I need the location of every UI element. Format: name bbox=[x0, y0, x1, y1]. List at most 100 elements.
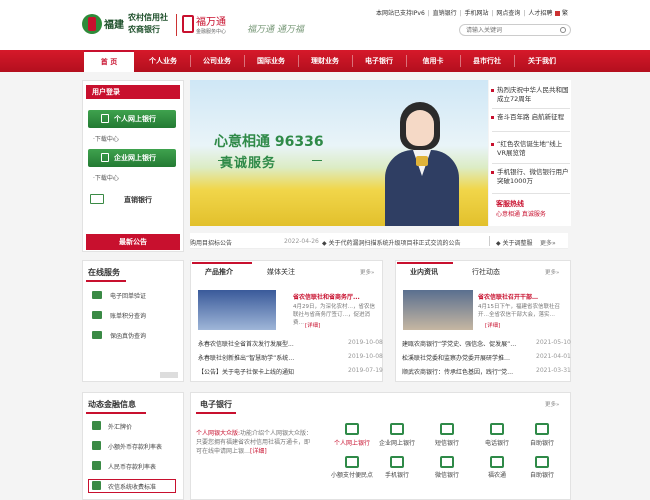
corporate-ebank-button[interactable]: 企业网上银行 bbox=[88, 149, 176, 167]
product-list-item[interactable]: 永春联社创新推出“智慧助学”系统… bbox=[198, 353, 294, 362]
personal-ebank-button[interactable]: 个人网上银行 bbox=[88, 110, 176, 128]
top-link-sep: | bbox=[427, 10, 430, 17]
industry-feature-image[interactable] bbox=[403, 290, 473, 330]
nav-county-banks[interactable]: 县市行社 bbox=[461, 50, 513, 72]
personal-ebank-icon[interactable] bbox=[345, 423, 359, 435]
fuwantong-logo-icon bbox=[182, 15, 194, 33]
product-list-item[interactable]: 永春农信联社全省首次发行发展型... bbox=[198, 339, 294, 348]
direct-bank-link[interactable]: 直销银行 bbox=[124, 195, 152, 205]
industry-more-link[interactable]: 更多» bbox=[545, 268, 559, 276]
language-switch[interactable]: 繁 bbox=[555, 8, 568, 17]
notice-text: 关于代药漏洞扫描系统升级项目非正式交流的公告 bbox=[328, 240, 461, 247]
ebank-item-payment-point[interactable]: 小额支付便民点 bbox=[327, 470, 377, 479]
ebank-item-atm[interactable]: 自助银行 bbox=[517, 470, 567, 479]
service-points-query[interactable]: 账单积分查询 bbox=[110, 311, 146, 320]
hero-banner[interactable]: 心意相通 96336 真诚服务 bbox=[190, 80, 488, 226]
language-label: 繁 bbox=[562, 10, 569, 17]
nav-home[interactable]: 首 页 bbox=[84, 50, 134, 72]
ebank-desc-detail[interactable]: [详细] bbox=[250, 448, 267, 455]
top-link-sep: | bbox=[491, 10, 494, 17]
top-link-direct-bank[interactable]: 直销银行 bbox=[433, 10, 457, 17]
dynamic-fee-standard[interactable]: 农信系统收费标准 bbox=[108, 482, 156, 491]
ebank-item-self-service[interactable]: 自助银行 bbox=[517, 438, 567, 447]
dynamic-foreign-deposit-rates[interactable]: 小额外币存款利率表 bbox=[108, 442, 162, 451]
industry-feature-title[interactable]: 省农信联社召开干部… bbox=[478, 292, 568, 301]
industry-list-item[interactable]: 建瓯农商银行“学党史、强信念、促发展”… bbox=[402, 339, 516, 348]
banner-person-scarf bbox=[416, 156, 428, 166]
online-service-panel bbox=[82, 260, 184, 382]
notice-item[interactable]: 购用目招标公告 bbox=[190, 238, 232, 247]
product-feature-detail-link[interactable]: [详细] bbox=[305, 322, 320, 330]
hotline-subtitle: 心意相通 真诚服务 bbox=[496, 211, 546, 218]
nav-international[interactable]: 国际业务 bbox=[245, 50, 297, 72]
product-feature-image[interactable] bbox=[198, 290, 276, 330]
notice-item[interactable]: ◆ 关于代药漏洞扫描系统升级项目非正式交流的公告 bbox=[322, 238, 461, 247]
ebank-item-personal[interactable]: 个人网上银行 bbox=[327, 438, 377, 447]
header: 福建 农村信用社 农商银行 福万通 金融服务中心 福万通 通万福 本网站已支持I… bbox=[0, 0, 650, 50]
dynamic-finance-title: 动态金融信息 bbox=[88, 400, 136, 409]
guarantee-icon bbox=[92, 331, 102, 339]
funongtong-icon[interactable] bbox=[490, 456, 504, 468]
ebank-item-corporate[interactable]: 企业网上银行 bbox=[372, 438, 422, 447]
industry-list-item[interactable]: 顺武农商银行：传承红色基因，践行“党… bbox=[402, 367, 513, 376]
nav-credit-card[interactable]: 信用卡 bbox=[407, 50, 459, 72]
dynamic-forex-rates[interactable]: 外汇牌价 bbox=[108, 422, 132, 431]
ebank-item-mobile[interactable]: 手机银行 bbox=[372, 470, 422, 479]
industry-list-item[interactable]: 松溪联社党委和监察办党委开展研学推… bbox=[402, 353, 510, 362]
corporate-download-link[interactable]: ·下载中心 bbox=[93, 173, 119, 182]
product-feature-title[interactable]: 省农信联社和省商务厅... bbox=[293, 292, 377, 301]
top-link-branch-search[interactable]: 网点查询 bbox=[496, 10, 520, 17]
search-icon[interactable] bbox=[560, 27, 566, 33]
industry-feature-detail-link[interactable]: [详细] bbox=[485, 322, 500, 330]
notice-item[interactable]: ◆ 关于调整服 bbox=[496, 238, 533, 247]
featured-news-item[interactable]: 热烈庆祝中华人民共和国成立72周年 bbox=[491, 86, 571, 104]
nav-about-us[interactable]: 关于我们 bbox=[515, 50, 569, 72]
user-icon bbox=[101, 114, 109, 123]
products-more-link[interactable]: 更多» bbox=[360, 268, 374, 276]
nav-wealth[interactable]: 理财业务 bbox=[299, 50, 351, 72]
ebank-more-link[interactable]: 更多» bbox=[545, 400, 559, 408]
tab-product-promo[interactable]: 产品推介 bbox=[205, 267, 233, 277]
service-receipt-verify[interactable]: 电子回单验证 bbox=[110, 291, 146, 300]
top-link-recruitment[interactable]: 人才招聘 bbox=[528, 10, 552, 17]
divider bbox=[492, 163, 570, 164]
top-link-mobile-site[interactable]: 手机网站 bbox=[465, 10, 489, 17]
nav-personal[interactable]: 个人业务 bbox=[137, 50, 189, 72]
personal-download-link[interactable]: ·下载中心 bbox=[93, 134, 119, 143]
top-link-sep: | bbox=[459, 10, 462, 17]
sms-bank-icon[interactable] bbox=[440, 423, 454, 435]
payment-point-icon[interactable] bbox=[345, 456, 359, 468]
ebank-desc-link[interactable]: 个人网银大众版: bbox=[196, 430, 240, 437]
tab-industry-news[interactable]: 业内资讯 bbox=[410, 267, 438, 277]
tab-bank-updates[interactable]: 行社动态 bbox=[472, 267, 500, 277]
featured-news-item[interactable]: “红色农信诞生地”线上VR展览馆 bbox=[491, 140, 571, 158]
tab-media-focus[interactable]: 媒体关注 bbox=[267, 267, 295, 277]
banner-person-face bbox=[406, 110, 434, 146]
ebank-item-sms[interactable]: 短信银行 bbox=[422, 438, 472, 447]
wechat-bank-icon[interactable] bbox=[440, 456, 454, 468]
service-guarantee-check[interactable]: 保函真伪查询 bbox=[110, 331, 146, 340]
featured-news-item[interactable]: 手机银行、微信银行用户突破1000万 bbox=[491, 168, 571, 186]
nav-ebank[interactable]: 电子银行 bbox=[353, 50, 405, 72]
product-list-item[interactable]: 【公告】关于电子社保卡上线的通知 bbox=[198, 367, 294, 376]
ebank-item-phone[interactable]: 电话银行 bbox=[472, 438, 522, 447]
bank-name-province: 福建 bbox=[104, 20, 124, 31]
corporate-ebank-icon[interactable] bbox=[390, 423, 404, 435]
personal-download-label: 下载中心 bbox=[94, 136, 119, 143]
notice-date: 2022-04-26 bbox=[284, 238, 319, 245]
main-nav: 首 页 个人业务 公司业务 国际业务 理财业务 电子银行 信用卡 县市行社 关于… bbox=[0, 50, 650, 72]
ebank-item-funongtong[interactable]: 福农通 bbox=[472, 470, 522, 479]
corporate-ebank-label: 企业网上银行 bbox=[114, 154, 156, 162]
home-bank-icon[interactable] bbox=[535, 423, 549, 435]
search-input[interactable] bbox=[460, 25, 550, 35]
fee-icon bbox=[92, 481, 101, 490]
featured-news-item[interactable]: 奋斗百年路 启航新征程 bbox=[491, 113, 571, 122]
dynamic-rmb-deposit-rates[interactable]: 人民币存款利率表 bbox=[108, 462, 156, 471]
phone-bank-icon[interactable] bbox=[490, 423, 504, 435]
nav-corporate[interactable]: 公司业务 bbox=[191, 50, 243, 72]
direct-bank-icon[interactable] bbox=[90, 194, 104, 204]
atm-icon[interactable] bbox=[535, 456, 549, 468]
mobile-bank-icon[interactable] bbox=[390, 456, 404, 468]
ebank-item-wechat[interactable]: 微信银行 bbox=[422, 470, 472, 479]
notice-more-link[interactable]: 更多» bbox=[540, 238, 556, 247]
